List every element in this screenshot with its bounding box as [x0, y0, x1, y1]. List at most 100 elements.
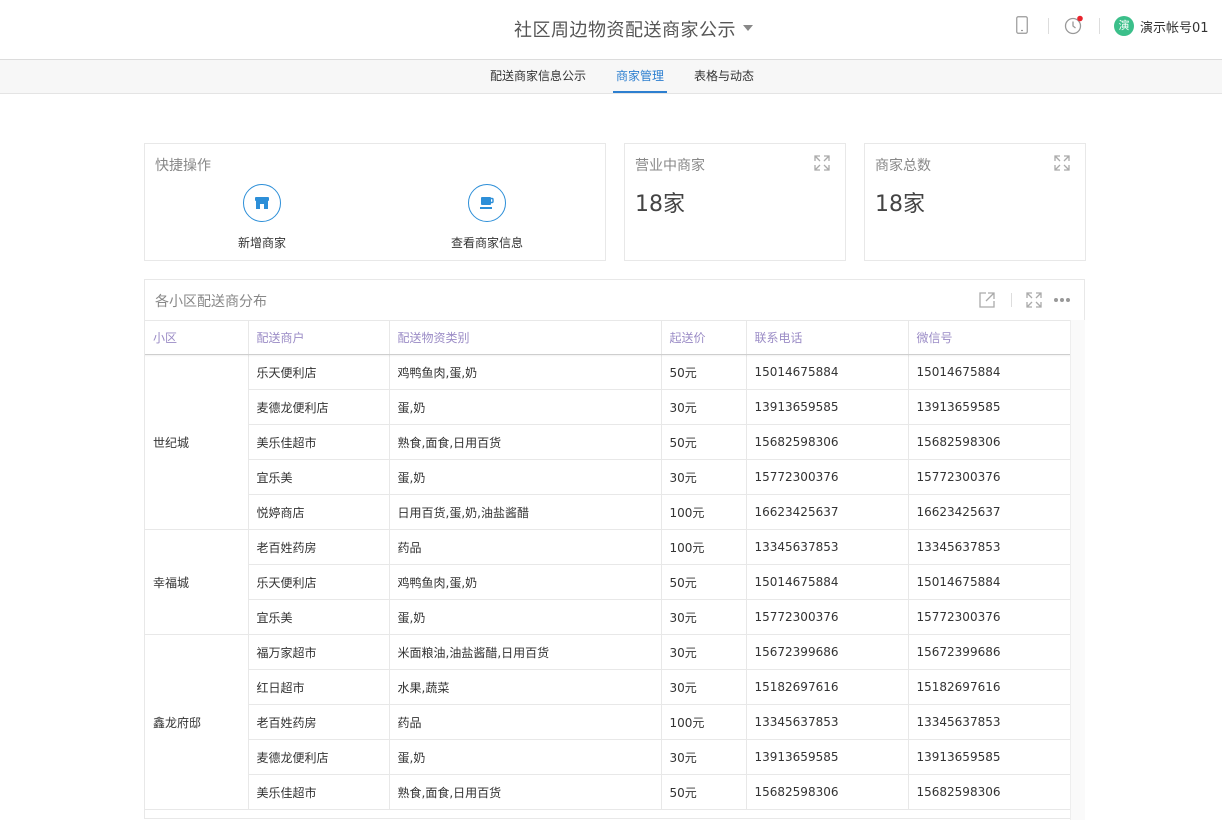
quick-ops-title: 快捷操作	[155, 158, 211, 174]
column-header[interactable]: 小区	[145, 320, 249, 355]
expand-icon[interactable]	[1025, 291, 1043, 309]
community-cell: 世纪城	[145, 354, 249, 530]
table-row[interactable]: 鑫龙府邸 福万家超市 米面粮油,油盐酱醋,日用百货 30元 15672399686 156…	[145, 634, 1071, 810]
open-merchants-card: 营业中商家 18家	[624, 143, 846, 261]
more-options-icon[interactable]	[1053, 297, 1071, 303]
phone-cell: 15672399686	[746, 634, 909, 670]
category-cell: 蛋,奶	[389, 389, 662, 425]
vertical-scrollbar[interactable]	[1070, 320, 1085, 820]
phone-cell: 15014675884	[746, 354, 909, 390]
table-row[interactable]: 老百姓药房 药品 100元 13345637853 13345637853	[145, 704, 1071, 740]
table-row[interactable]: 美乐佳超市 熟食,面食,日用百货 50元 15682598306 15682598306	[145, 424, 1071, 460]
phone-cell: 15772300376	[746, 459, 909, 495]
merchant-cell: 老百姓药房	[248, 704, 390, 740]
column-header[interactable]: 起送价	[661, 320, 747, 355]
table-header-row: 小区 配送商户 配送物资类别 起送价 联系电话 微信号	[145, 320, 1071, 355]
total-merchants-title: 商家总数	[875, 158, 931, 174]
min-price-cell: 100元	[661, 704, 747, 740]
category-cell: 熟食,面食,日用百货	[389, 774, 662, 810]
clock-icon[interactable]	[1064, 15, 1084, 35]
wechat-cell: 15772300376	[908, 459, 1071, 495]
table-row[interactable]: 宜乐美 蛋,奶 30元 15772300376 15772300376	[145, 599, 1071, 635]
add-merchant-circle[interactable]	[243, 184, 281, 222]
community-cell: 幸福城	[145, 529, 249, 635]
column-header[interactable]: 配送商户	[248, 320, 390, 355]
category-cell: 药品	[389, 704, 662, 740]
add-merchant-label: 新增商家	[237, 236, 286, 250]
table-body: 世纪城乐天便利店 鸡鸭鱼肉,蛋,奶 50元 15014675884 1501467588…	[145, 354, 1071, 810]
min-price-cell: 30元	[661, 459, 747, 495]
account-name[interactable]: 演示帐号01	[1140, 17, 1209, 36]
page-title[interactable]: 社区周边物资配送商家公示	[514, 16, 736, 42]
category-cell: 熟食,面食,日用百货	[389, 424, 662, 460]
open-merchants-value: 18家	[635, 192, 685, 217]
tab-merchant-management[interactable]: 商家管理	[612, 60, 668, 93]
min-price-cell: 50元	[661, 424, 747, 460]
expand-icon[interactable]	[813, 154, 831, 172]
table-row[interactable]: 宜乐美 蛋,奶 30元 15772300376 15772300376	[145, 459, 1071, 495]
category-cell: 水果,蔬菜	[389, 669, 662, 705]
min-price-cell: 50元	[661, 774, 747, 810]
header-divider	[1099, 18, 1100, 34]
min-price-cell: 100元	[661, 529, 747, 565]
expand-icon[interactable]	[1053, 154, 1071, 172]
store-icon	[255, 197, 269, 209]
tab-bar: 配送商家信息公示 商家管理 表格与动态	[0, 60, 1222, 94]
wechat-cell: 15014675884	[908, 354, 1071, 390]
merchant-cell: 悦婷商店	[248, 494, 390, 530]
column-header[interactable]: 微信号	[908, 320, 1071, 355]
phone-cell: 15014675884	[746, 564, 909, 600]
table-row[interactable]: 幸福城 老百姓药房 药品 100元 13345637853 13345637853	[145, 529, 1071, 635]
table-row[interactable]: 乐天便利店 鸡鸭鱼肉,蛋,奶 50元 15014675884 15014675884	[145, 564, 1071, 600]
category-cell: 鸡鸭鱼肉,蛋,奶	[389, 354, 662, 390]
category-cell: 鸡鸭鱼肉,蛋,奶	[389, 564, 662, 600]
category-cell: 日用百货,蛋,奶,油盐酱醋	[389, 494, 662, 530]
view-merchant-info-button[interactable]: 查看商家信息	[427, 184, 547, 251]
table-row[interactable]: 美乐佳超市 熟食,面食,日用百货 50元 15682598306 15682598306	[145, 774, 1071, 810]
table-row[interactable]: 麦德龙便利店 蛋,奶 30元 13913659585 13913659585	[145, 389, 1071, 425]
phone-cell: 16623425637	[746, 494, 909, 530]
wechat-cell: 15772300376	[908, 599, 1071, 635]
distribution-title: 各小区配送商分布	[155, 294, 267, 310]
merchant-cell: 老百姓药房	[248, 529, 390, 565]
min-price-cell: 30元	[661, 599, 747, 635]
quick-ops-card: 快捷操作 新增商家 查看商家信息	[144, 143, 606, 261]
merchant-cell: 宜乐美	[248, 459, 390, 495]
total-merchants-value: 18家	[875, 192, 925, 217]
table-row[interactable]: 世纪城 乐天便利店 鸡鸭鱼肉,蛋,奶 50元 15014675884 1501467588…	[145, 354, 1071, 530]
merchant-cell: 福万家超市	[248, 634, 390, 670]
wechat-cell: 15672399686	[908, 634, 1071, 670]
wechat-cell: 16623425637	[908, 494, 1071, 530]
wechat-cell: 15682598306	[908, 424, 1071, 460]
column-header[interactable]: 配送物资类别	[389, 320, 662, 355]
phone-cell: 15682598306	[746, 424, 909, 460]
min-price-cell: 30元	[661, 669, 747, 705]
header-divider	[1048, 18, 1049, 34]
view-merchant-circle[interactable]	[468, 184, 506, 222]
distribution-card: 各小区配送商分布 小区 配送商户 配送物资类别 起送价 联系电话 微信号 世纪城…	[144, 279, 1085, 820]
wechat-cell: 13345637853	[908, 704, 1071, 740]
view-merchant-label: 查看商家信息	[450, 236, 523, 250]
phone-cell: 15772300376	[746, 599, 909, 635]
table-row[interactable]: 麦德龙便利店 蛋,奶 30元 13913659585 13913659585	[145, 739, 1071, 775]
title-dropdown-icon[interactable]	[743, 25, 753, 31]
phone-icon[interactable]	[1016, 16, 1028, 34]
tab-merchant-info[interactable]: 配送商家信息公示	[490, 60, 586, 93]
table-row[interactable]: 红日超市 水果,蔬菜 30元 15182697616 15182697616	[145, 669, 1071, 705]
avatar[interactable]: 演	[1114, 16, 1134, 36]
phone-cell: 15682598306	[746, 774, 909, 810]
column-header[interactable]: 联系电话	[746, 320, 909, 355]
open-external-icon[interactable]	[978, 291, 996, 309]
merchant-cell: 美乐佳超市	[248, 774, 390, 810]
phone-cell: 13913659585	[746, 739, 909, 775]
category-cell: 蛋,奶	[389, 599, 662, 635]
wechat-cell: 15182697616	[908, 669, 1071, 705]
min-price-cell: 30元	[661, 389, 747, 425]
tab-tables-and-activity[interactable]: 表格与动态	[694, 60, 754, 93]
add-merchant-button[interactable]: 新增商家	[202, 184, 322, 251]
min-price-cell: 50元	[661, 354, 747, 390]
cup-icon	[480, 197, 494, 209]
category-cell: 蛋,奶	[389, 739, 662, 775]
phone-cell: 13345637853	[746, 704, 909, 740]
table-row[interactable]: 悦婷商店 日用百货,蛋,奶,油盐酱醋 100元 16623425637 16623425…	[145, 494, 1071, 530]
